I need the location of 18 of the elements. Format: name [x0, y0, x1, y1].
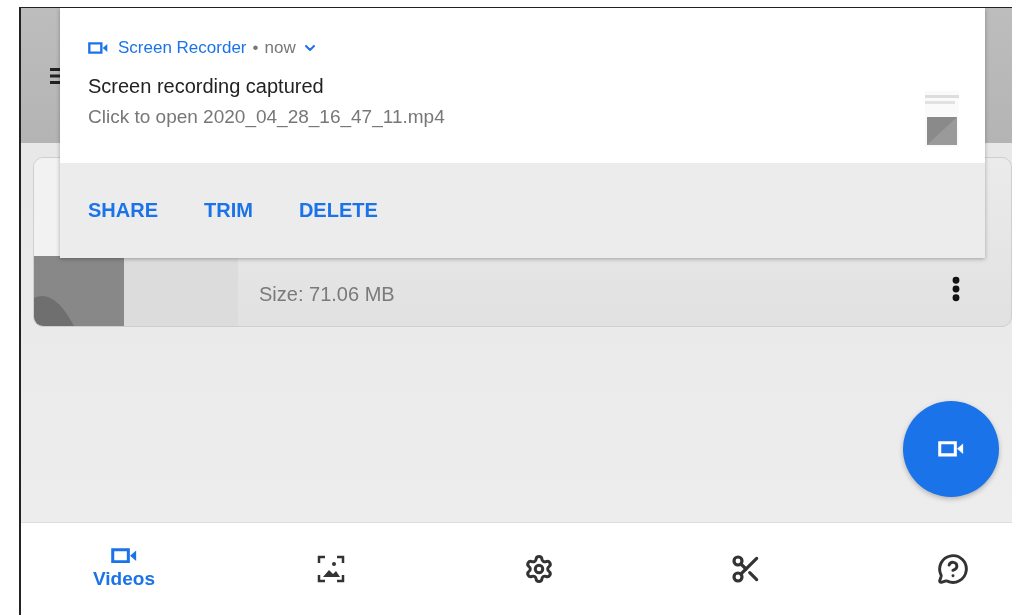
action-button[interactable]: TRIM [194, 191, 263, 230]
action-button[interactable]: SHARE [78, 191, 168, 230]
notification-title: Screen recording captured [88, 75, 325, 98]
video-camera-icon [938, 441, 964, 457]
nav-tab[interactable]: Videos [84, 523, 164, 615]
notification-card[interactable]: Screen Recorder • now Screen recording captured Click to open 2020_04_28_16_47_11.mp4 SHARE TRIM DELETE [60, 8, 985, 258]
notification-text: Click to open 2020_04_28_16_47_11.mp4 [88, 106, 446, 128]
video-camera-icon [111, 547, 137, 564]
help-icon [937, 553, 969, 585]
menu-icon[interactable] [50, 67, 60, 84]
settings-icon [523, 554, 554, 584]
file-size: Size: 71.06 MB [259, 283, 396, 306]
app-name: Screen Recorder [118, 38, 247, 58]
action-button[interactable]: DELETE [288, 191, 388, 230]
video-camera-icon [88, 42, 108, 54]
separator: • [252, 38, 259, 58]
image-icon [317, 555, 346, 583]
notification-time: now [264, 38, 296, 58]
